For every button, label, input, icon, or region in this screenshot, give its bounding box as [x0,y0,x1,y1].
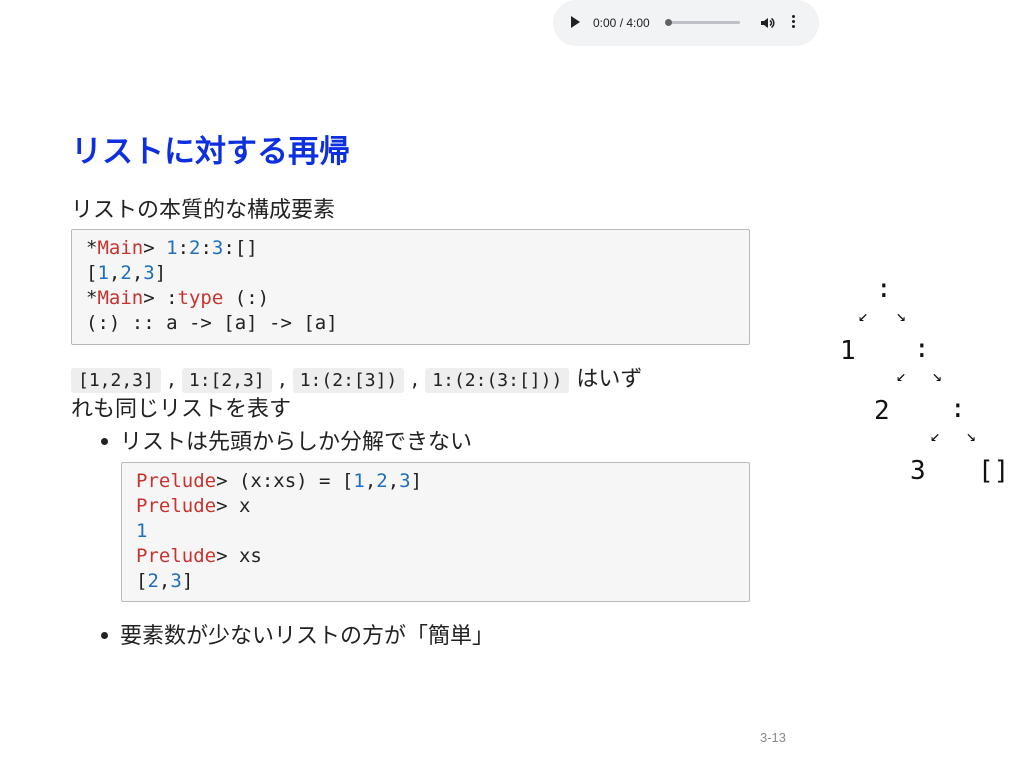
arrow-down-left-icon: ↙ [858,306,869,326]
arrow-down-left-icon: ↙ [930,426,941,446]
arrow-down-right-icon: ↘ [896,306,907,326]
audio-seek-knob[interactable] [665,19,672,26]
inline-code: [1,2,3] [71,368,161,393]
inline-code: 1:[2,3] [181,368,272,393]
bullet-item: 要素数が少ないリストの方が「簡単」 [101,622,494,651]
tree-node-value: 2 [874,396,890,426]
tree-node-cons: : [876,274,892,304]
equivalence-text: [1,2,3] , 1:[2,3] , 1:(2:[3]) , 1:(2:(3:… [71,367,643,422]
page-number: 3-13 [760,730,787,745]
code-block-prelude: Prelude> (x:xs) = [1,2,3] Prelude> x 1 P… [121,462,750,602]
tree-node-nil: [] [978,456,1010,486]
code-block-ghci: *Main> 1:2:3:[] [1,2,3] *Main> :type (:)… [71,229,750,345]
audio-player[interactable]: 0:00 / 4:00 [553,0,819,46]
audio-time: 0:00 / 4:00 [593,16,650,30]
volume-icon[interactable] [759,15,775,31]
arrow-down-right-icon: ↘ [966,426,977,446]
audio-seek-bar[interactable] [665,19,740,26]
inline-code: 1:(2:(3:[])) [425,368,570,393]
tree-node-cons: : [950,394,966,424]
tree-node-cons: : [914,334,930,364]
slide-title: リストに対する再帰 [71,134,350,170]
tree-node-value: 3 [910,456,926,486]
intro-text: リストの本質的な構成要素 [71,198,336,223]
arrow-down-left-icon: ↙ [896,366,907,386]
arrow-down-right-icon: ↘ [932,366,943,386]
cons-tree-diagram: : ↙ ↘ 1 : ↙ ↘ 2 : ↙ ↘ 3 [] [830,270,1020,500]
bullet-item: リストは先頭からしか分解できない [101,428,472,457]
inline-code: 1:(2:[3]) [292,368,405,393]
more-options-icon[interactable] [790,14,796,32]
tree-node-value: 1 [840,336,856,366]
play-icon[interactable] [571,16,580,28]
